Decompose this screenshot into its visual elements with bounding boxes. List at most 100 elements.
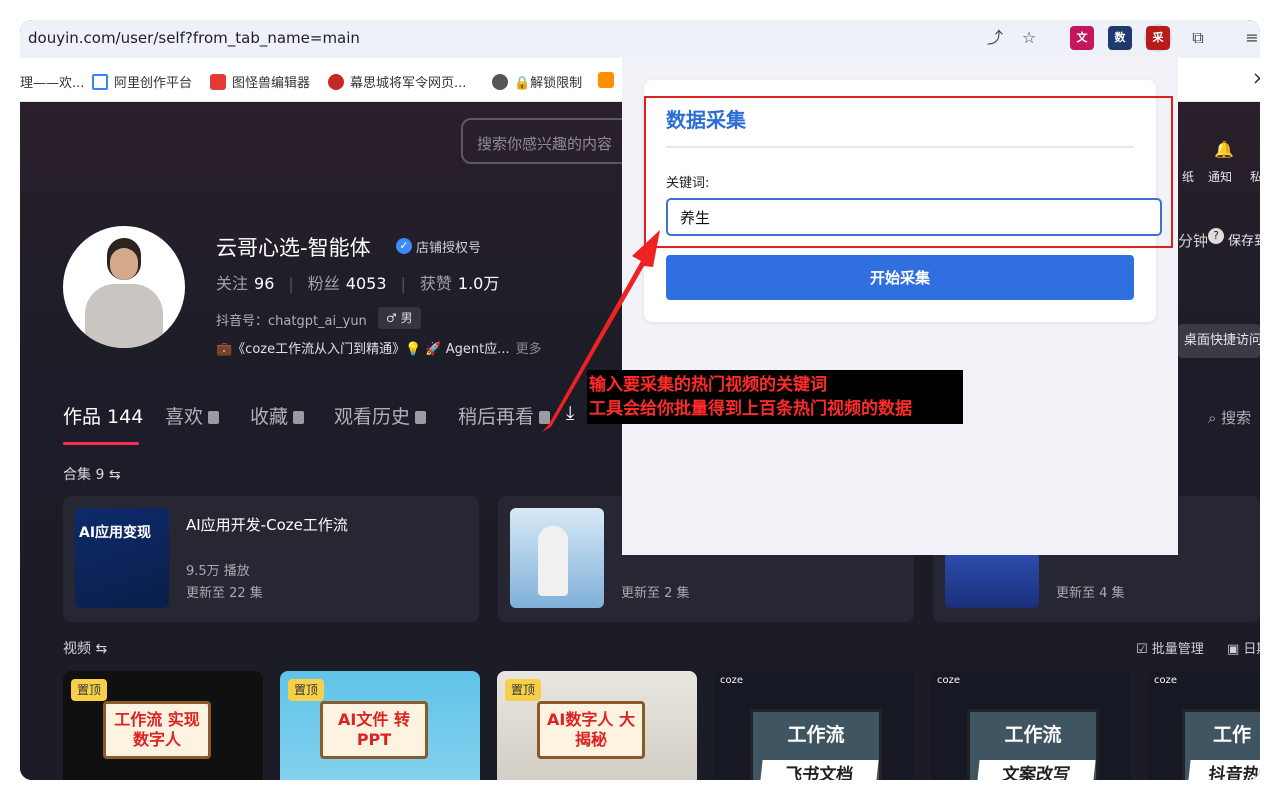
checkbox-icon: ☑: [1136, 642, 1152, 657]
download-icon[interactable]: ⤓: [566, 402, 574, 424]
annotation-line-1: 输入要采集的热门视频的关键词: [589, 375, 827, 395]
message-label[interactable]: 私: [1250, 168, 1260, 185]
tab-works[interactable]: 作品 144: [63, 402, 143, 429]
wallpaper-label[interactable]: 纸: [1182, 168, 1194, 185]
tab-search-button[interactable]: ⌕ 搜索: [1208, 407, 1251, 428]
lock-icon: [293, 411, 305, 424]
tab-label: 喜欢: [165, 406, 204, 428]
bookmark-label: 幕思城将军令网页...: [350, 76, 467, 91]
date-sort-button[interactable]: ▣ 日期: [1227, 638, 1260, 657]
tab-watch-later[interactable]: 稍后再看: [458, 402, 551, 429]
filter-icon: ⇆: [95, 641, 108, 657]
address-bar: douyin.com/user/self?from_tab_name=main …: [20, 20, 1260, 58]
collection-update: 更新至 2 集: [621, 586, 690, 601]
avatar[interactable]: [63, 226, 185, 348]
avatar-shirt: [85, 284, 163, 348]
fans-count[interactable]: 4053: [346, 274, 387, 293]
bio-more-link[interactable]: 更多: [516, 342, 542, 357]
follow-count[interactable]: 96: [254, 274, 274, 293]
help-icon[interactable]: ?: [1208, 228, 1224, 244]
video-cover-title: AI数字人 大揭秘: [537, 701, 645, 759]
share-icon[interactable]: ⤴: [985, 28, 1005, 48]
bookmark-item[interactable]: [598, 72, 620, 89]
annotation-callout: 输入要采集的热门视频的关键词 工具会给你批量得到上百条热门视频的数据: [587, 370, 963, 424]
taobao-logo-icon: [598, 72, 614, 88]
extension-popup: 数据采集 关键词: 开始采集: [622, 58, 1178, 555]
tab-label: 稍后再看: [458, 406, 535, 428]
bell-icon[interactable]: 🔔: [1214, 140, 1234, 159]
url-field[interactable]: douyin.com/user/self?from_tab_name=main: [28, 29, 360, 47]
extension-translate-icon[interactable]: 文: [1070, 26, 1094, 50]
data-collect-card: 数据采集 关键词: 开始采集: [644, 80, 1162, 322]
cover-line1: 工作: [1212, 724, 1251, 746]
cover-line1: 工作流: [1004, 724, 1062, 746]
likes-label: 获赞: [419, 274, 452, 293]
bookmark-item[interactable]: 幕思城将军令网页...: [328, 72, 466, 91]
video-card[interactable]: coze 工作流 飞书文档: [714, 671, 914, 780]
pinned-badge: 置顶: [71, 679, 108, 701]
extension-data-icon[interactable]: 数: [1108, 26, 1132, 50]
video-cover: 工作 抖音热: [1182, 709, 1260, 780]
collections-label[interactable]: 合集 9 ⇆: [63, 464, 121, 484]
avatar-face: [110, 248, 138, 280]
video-cover-title: 工作流 实现数字人: [103, 701, 211, 759]
video-card[interactable]: coze 工作流 文案改写: [931, 671, 1131, 780]
menu-icon[interactable]: ≡: [1242, 28, 1260, 48]
notify-label[interactable]: 通知: [1208, 168, 1232, 185]
videos-label[interactable]: 视频 ⇆: [63, 638, 107, 658]
video-cover: 工作流 文案改写: [967, 709, 1099, 780]
cover-line2: 飞书文档: [759, 760, 879, 780]
video-card[interactable]: coze 工作 抖音热: [1148, 671, 1260, 780]
keyword-input[interactable]: [666, 198, 1162, 236]
extension-collector-icon[interactable]: 采: [1146, 26, 1170, 50]
follow-label: 关注: [216, 274, 249, 293]
save-label[interactable]: 保存到: [1228, 230, 1260, 249]
profile-bio: 💼《coze工作流从入门到精通》💡 🚀 Agent应... 更多: [216, 338, 542, 357]
coze-tag: coze: [720, 675, 744, 686]
extensions-puzzle-icon[interactable]: ⧉: [1188, 28, 1208, 48]
video-card[interactable]: 置顶 AI文件 转PPT: [280, 671, 480, 780]
collection-title: AI应用开发-Coze工作流: [186, 516, 348, 534]
collection-card[interactable]: AI应用变现 AI应用开发-Coze工作流 9.5万 播放 更新至 22 集: [63, 496, 479, 622]
image-logo-icon: [210, 74, 226, 90]
batch-label: 批量管理: [1151, 642, 1204, 657]
start-collect-button[interactable]: 开始采集: [666, 255, 1134, 300]
likes-count: 1.0万: [457, 274, 500, 293]
verified-label: 店铺授权号: [416, 241, 482, 256]
active-tab-indicator: [63, 442, 139, 445]
globe-icon: [492, 74, 508, 90]
pinned-badge: 置顶: [288, 679, 325, 701]
video-card[interactable]: 置顶 AI数字人 大揭秘: [497, 671, 697, 780]
batch-manage-button[interactable]: ☑ 批量管理: [1136, 638, 1204, 657]
tab-favorites[interactable]: 收藏: [250, 402, 305, 429]
collection-update: 更新至 4 集: [1056, 586, 1125, 601]
bookmark-label: 阿里创作平台: [114, 76, 193, 91]
annotation-line-2: 工具会给你批量得到上百条热门视频的数据: [589, 399, 912, 419]
douyin-id: 抖音号：chatgpt_ai_yun: [216, 314, 367, 329]
minute-label: 分钟: [1178, 232, 1209, 250]
video-cover-title: AI文件 转PPT: [320, 701, 428, 759]
bookmark-item[interactable]: 🔒解锁限制: [492, 72, 582, 91]
tab-history[interactable]: 观看历史: [334, 402, 427, 429]
video-cover: 工作流 飞书文档: [750, 709, 882, 780]
bookmark-item[interactable]: 理——欢...: [20, 72, 84, 91]
bookmark-label: 图怪兽编辑器: [232, 76, 311, 91]
lock-icon: [208, 411, 220, 424]
videos-title: 视频: [63, 641, 91, 657]
desktop-shortcut-button[interactable]: 桌面快捷访问: [1178, 324, 1260, 358]
bookmark-item[interactable]: 阿里创作平台: [92, 72, 192, 91]
bookmark-star-icon[interactable]: ☆: [1019, 28, 1039, 48]
bookmark-item[interactable]: 图怪兽编辑器: [210, 72, 310, 91]
video-card[interactable]: 置顶 工作流 实现数字人: [63, 671, 263, 780]
bookmark-label: 理——欢...: [20, 76, 85, 91]
bookmark-label: 🔒解锁限制: [514, 76, 583, 91]
collection-thumbnail: [510, 508, 604, 608]
tab-likes[interactable]: 喜欢: [165, 402, 220, 429]
triangle-logo-icon: [92, 74, 108, 90]
close-icon[interactable]: ×: [1252, 68, 1260, 89]
tab-label: 观看历史: [334, 406, 411, 428]
date-label: 日期: [1243, 642, 1260, 657]
cover-line2: 抖音热: [1187, 760, 1260, 780]
coze-tag: coze: [1154, 675, 1178, 686]
collection-thumbnail: AI应用变现: [75, 508, 169, 608]
